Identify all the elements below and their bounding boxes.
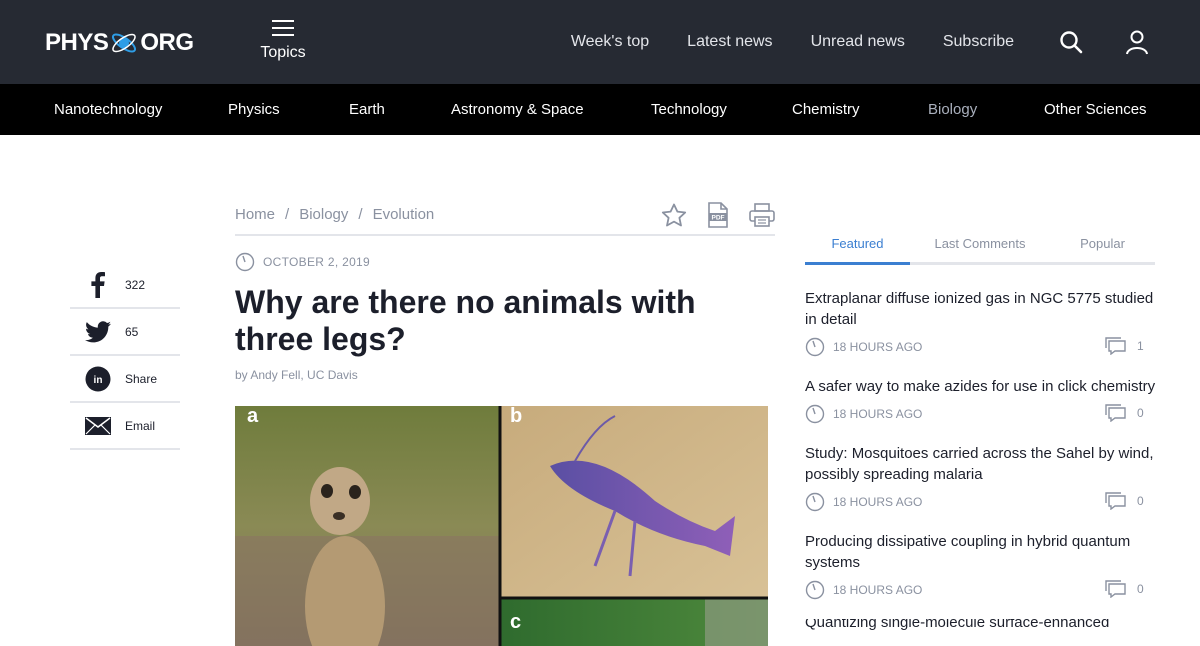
news-item-title[interactable]: A safer way to make azides for use in cl… — [805, 376, 1157, 397]
comment-count: 0 — [1137, 406, 1144, 420]
svg-text:in: in — [93, 375, 102, 386]
logo-text-right: ORG — [140, 29, 194, 56]
search-icon[interactable] — [1058, 29, 1084, 55]
clock-icon — [805, 337, 825, 357]
article-figure[interactable]: a b c — [235, 406, 768, 646]
comment-icon — [1105, 492, 1126, 510]
news-item-meta: 18 HOURS AGO 0 — [805, 491, 1165, 513]
article-byline: by Andy Fell, UC Davis — [235, 368, 358, 382]
logo-text-left: PHYS — [45, 29, 109, 56]
twitter-icon — [70, 320, 125, 343]
nav-subscribe[interactable]: Subscribe — [943, 33, 1014, 51]
facebook-icon — [70, 271, 125, 298]
clock-icon — [235, 252, 255, 272]
news-item-time: 18 HOURS AGO — [833, 583, 923, 597]
linkedin-icon: in — [70, 366, 125, 392]
breadcrumb-separator: / — [285, 206, 290, 223]
share-linkedin[interactable]: in Share — [70, 356, 180, 403]
sidebar: Featured Last Comments Popular — [805, 230, 1155, 265]
bookmark-star-icon[interactable] — [661, 202, 687, 228]
comment-count: 1 — [1137, 339, 1144, 353]
logo-atom-icon — [112, 33, 137, 53]
clock-icon — [805, 580, 825, 600]
comment-icon — [1105, 337, 1126, 355]
nav-weeks-top[interactable]: Week's top — [571, 33, 649, 51]
tab-last-comments[interactable]: Last Comments — [910, 230, 1050, 262]
breadcrumb-separator: / — [358, 206, 363, 223]
category-nanotechnology[interactable]: Nanotechnology — [54, 101, 162, 118]
user-icon[interactable] — [1124, 29, 1150, 55]
news-item-meta: 18 HOURS AGO 1 — [805, 336, 1165, 358]
breadcrumb-home[interactable]: Home — [235, 206, 275, 223]
linkedin-label: Share — [125, 371, 158, 386]
share-panel: 322 65 in Share Email — [70, 262, 180, 450]
article-tools: PDF — [643, 202, 775, 228]
comments-link[interactable]: 0 — [1105, 492, 1144, 510]
article: Home / Biology / Evolution PDF OCTOBER 2… — [235, 200, 775, 646]
news-item-time: 18 HOURS AGO — [833, 340, 923, 354]
category-biology[interactable]: Biology — [928, 101, 977, 118]
hamburger-icon — [272, 20, 294, 36]
pdf-icon[interactable]: PDF — [705, 202, 731, 228]
twitter-count: 65 — [125, 324, 139, 339]
news-item[interactable]: Quantizing single-molecule surface-enhan… — [805, 619, 1165, 630]
news-item-title[interactable]: Producing dissipative coupling in hybrid… — [805, 531, 1157, 573]
sidebar-tabs: Featured Last Comments Popular — [805, 230, 1155, 265]
news-item[interactable]: Study: Mosquitoes carried across the Sah… — [805, 443, 1165, 513]
news-item-meta: 18 HOURS AGO 0 — [805, 403, 1165, 425]
site-logo[interactable]: PHYS ORG — [45, 24, 194, 62]
news-item-title[interactable]: Study: Mosquitoes carried across the Sah… — [805, 443, 1157, 485]
email-label: Email — [125, 418, 156, 433]
news-item-time: 18 HOURS AGO — [833, 407, 923, 421]
category-bar: Nanotechnology Physics Earth Astronomy &… — [0, 84, 1200, 135]
comments-link[interactable]: 0 — [1105, 580, 1144, 598]
nav-latest-news[interactable]: Latest news — [687, 33, 772, 51]
comment-count: 0 — [1137, 582, 1144, 596]
top-bar: PHYS ORG Topics Week's top Latest news U… — [0, 0, 1200, 84]
clock-icon — [805, 404, 825, 424]
figure-label-a: a — [247, 406, 259, 427]
category-earth[interactable]: Earth — [349, 101, 385, 118]
facebook-count: 322 — [125, 277, 146, 292]
tab-featured[interactable]: Featured — [805, 230, 910, 265]
category-chemistry[interactable]: Chemistry — [792, 101, 860, 118]
news-item-title[interactable]: Quantizing single-molecule surface-enhan… — [805, 619, 1157, 630]
print-icon[interactable] — [749, 202, 775, 228]
news-item[interactable]: Producing dissipative coupling in hybrid… — [805, 531, 1165, 601]
breadcrumb: Home / Biology / Evolution PDF — [235, 200, 775, 236]
news-item-title[interactable]: Extraplanar diffuse ionized gas in NGC 5… — [805, 288, 1157, 330]
news-item[interactable]: Extraplanar diffuse ionized gas in NGC 5… — [805, 288, 1165, 358]
share-facebook[interactable]: 322 — [70, 262, 180, 309]
nav-unread-news[interactable]: Unread news — [811, 33, 905, 51]
comment-icon — [1105, 404, 1126, 422]
article-date: OCTOBER 2, 2019 — [235, 252, 775, 272]
breadcrumb-biology[interactable]: Biology — [299, 206, 348, 223]
clock-icon — [805, 492, 825, 512]
breadcrumb-evolution[interactable]: Evolution — [373, 206, 435, 223]
comment-icon — [1105, 580, 1126, 598]
top-nav: Week's top Latest news Unread news Subsc… — [533, 0, 1150, 84]
comments-link[interactable]: 1 — [1105, 337, 1144, 355]
category-physics[interactable]: Physics — [228, 101, 280, 118]
share-twitter[interactable]: 65 — [70, 309, 180, 356]
comments-link[interactable]: 0 — [1105, 404, 1144, 422]
comment-count: 0 — [1137, 494, 1144, 508]
topics-menu-button[interactable]: Topics — [258, 20, 308, 62]
news-item-meta: 18 HOURS AGO 0 — [805, 579, 1165, 601]
category-technology[interactable]: Technology — [651, 101, 727, 118]
share-email[interactable]: Email — [70, 403, 180, 450]
topics-label: Topics — [260, 44, 306, 61]
news-item[interactable]: A safer way to make azides for use in cl… — [805, 376, 1165, 425]
news-item-time: 18 HOURS AGO — [833, 495, 923, 509]
article-image: a b c — [235, 406, 768, 646]
tab-popular[interactable]: Popular — [1050, 230, 1155, 262]
email-icon — [70, 416, 125, 435]
category-other-sciences[interactable]: Other Sciences — [1044, 101, 1147, 118]
article-date-text: OCTOBER 2, 2019 — [263, 255, 370, 269]
figure-label-b: b — [510, 406, 522, 427]
article-title: Why are there no animals with three legs… — [235, 284, 696, 357]
svg-text:PDF: PDF — [712, 215, 725, 222]
category-astronomy-space[interactable]: Astronomy & Space — [451, 101, 584, 118]
